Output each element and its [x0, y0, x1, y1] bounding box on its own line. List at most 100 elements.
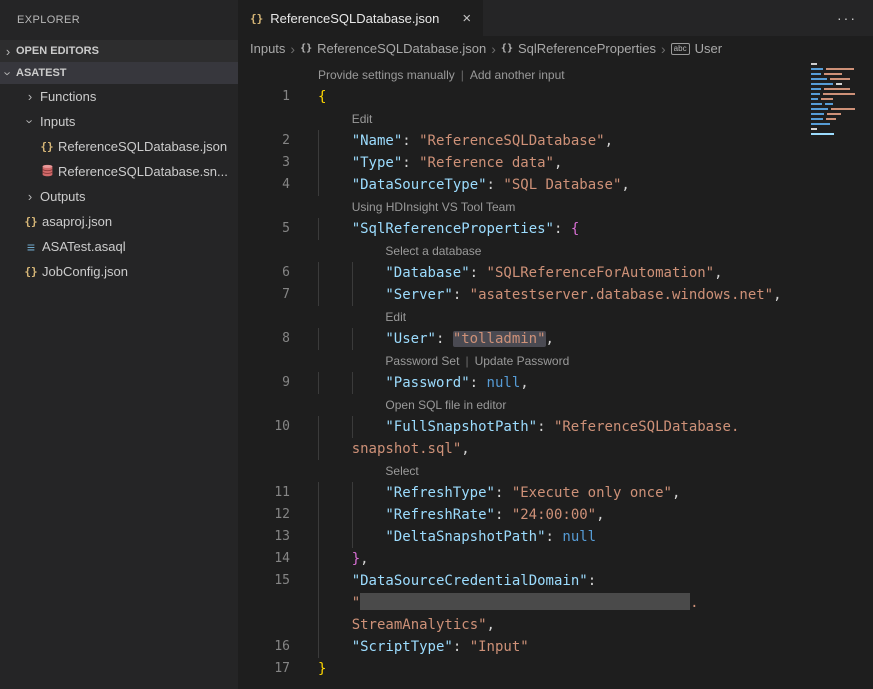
json-symbol-icon: {} [501, 43, 513, 54]
indent-guide [318, 526, 352, 548]
more-actions-button[interactable]: ··· [837, 0, 857, 36]
code-token: : [470, 375, 487, 391]
code-token: : [436, 331, 453, 347]
code-token: } [352, 551, 360, 567]
tree-item-functions[interactable]: ›Functions [0, 84, 238, 109]
code-token: "Type" [352, 155, 403, 171]
indent-guide [318, 262, 352, 284]
code-line: 14}, [238, 548, 873, 570]
code-token: : [487, 177, 504, 193]
code-line: 10"FullSnapshotPath": "ReferenceSQLDatab… [238, 416, 873, 438]
codelens-link-provide-settings-manually[interactable]: Provide settings manually [318, 68, 455, 82]
tree-item-asaproj-json[interactable]: {}asaproj.json [0, 209, 238, 234]
tree-item-referencesqldatabase-json[interactable]: {}ReferenceSQLDatabase.json [0, 134, 238, 159]
codelens-link-edit[interactable]: Edit [385, 310, 406, 324]
code-line: ". [238, 592, 873, 614]
code-token: StreamAnalytics" [352, 617, 487, 633]
minimap-line [811, 128, 869, 130]
open-editors-section[interactable]: › OPEN EDITORS [0, 40, 238, 62]
json-icon: {} [38, 140, 56, 153]
codelens-link-select[interactable]: Select [385, 464, 418, 478]
code-line: 1{ [238, 86, 873, 108]
codelens-link-edit[interactable]: Edit [352, 112, 373, 126]
code-line: 4"DataSourceType": "SQL Database", [238, 174, 873, 196]
minimap-line [811, 73, 869, 75]
code-token: "ReferenceSQLDatabase" [419, 133, 604, 149]
explorer-sidebar: EXPLORER › OPEN EDITORS › ASATEST ›Funct… [0, 0, 238, 689]
code-token: : [453, 639, 470, 655]
chevron-down-icon: › [1, 65, 16, 81]
code-token: : [546, 529, 563, 545]
breadcrumb-item-sqlreferenceproperties[interactable]: {}SqlReferenceProperties [501, 41, 656, 56]
codelens-link-using-hdinsight-vs-tool-team[interactable]: Using HDInsight VS Tool Team [352, 200, 516, 214]
minimap-line [811, 88, 869, 90]
indent-guide [352, 284, 386, 306]
indent-guide [318, 504, 352, 526]
indent-guide [352, 504, 386, 526]
workspace-section-asatest[interactable]: › ASATEST [0, 62, 238, 84]
code-token: , [520, 375, 528, 391]
code-token: "ScriptType" [352, 639, 453, 655]
tree-item-referencesqldatabase-sn[interactable]: ReferenceSQLDatabase.sn... [0, 159, 238, 184]
code-token: , [621, 177, 629, 193]
codelens-link-update-password[interactable]: Update Password [475, 354, 570, 368]
indent-guide [352, 482, 386, 504]
code-line: 3"Type": "Reference data", [238, 152, 873, 174]
code-token: , [546, 331, 554, 347]
tab-bar: {} ReferenceSQLDatabase.json × ··· [238, 0, 873, 36]
code-line: 17} [238, 658, 873, 680]
code-token: , [596, 507, 604, 523]
code-token: "Execute only once" [512, 485, 672, 501]
breadcrumb-item-user[interactable]: abcUser [671, 41, 722, 56]
tree-item-label: JobConfig.json [42, 264, 128, 279]
line-number: 5 [238, 218, 290, 240]
codelens-link-open-sql-file-in-editor[interactable]: Open SQL file in editor [385, 398, 506, 412]
code-token: "Reference data" [419, 155, 554, 171]
minimap[interactable] [811, 63, 869, 138]
tree-item-label: Inputs [40, 114, 75, 129]
minimap-line [811, 83, 869, 85]
code-token: "RefreshType" [385, 485, 495, 501]
code-token: "Name" [352, 133, 403, 149]
close-tab-icon[interactable]: × [462, 10, 471, 27]
code-token: : [554, 221, 571, 237]
asaql-file-icon: ≡ [22, 239, 40, 255]
code-line: 8"User": "tolladmin", [238, 328, 873, 350]
codelens-link-password-set[interactable]: Password Set [385, 354, 459, 368]
line-number [238, 108, 290, 130]
chevron-right-icon: › [22, 189, 38, 204]
indent-guide [318, 372, 352, 394]
redacted-value [360, 593, 690, 610]
line-number [238, 438, 290, 460]
code-token: , [360, 551, 368, 567]
tree-item-jobconfig-json[interactable]: {}JobConfig.json [0, 259, 238, 284]
code-editor[interactable]: Provide settings manually|Add another in… [238, 61, 873, 689]
breadcrumb-item-inputs[interactable]: Inputs [250, 41, 285, 56]
code-line: 7"Server": "asatestserver.database.windo… [238, 284, 873, 306]
minimap-line [811, 123, 869, 125]
tree-item-asatest-asaql[interactable]: ≡ASATest.asaql [0, 234, 238, 259]
line-number [238, 64, 290, 86]
tab-referencesqldatabase-json[interactable]: {} ReferenceSQLDatabase.json × [238, 0, 483, 36]
minimap-line [811, 98, 869, 100]
codelens-link-add-another-input[interactable]: Add another input [470, 68, 565, 82]
code-token: , [461, 441, 469, 457]
breadcrumb-item-referencesqldatabase-json[interactable]: {}ReferenceSQLDatabase.json [300, 41, 486, 56]
code-token: "Password" [385, 375, 469, 391]
vscode-window: EXPLORER › OPEN EDITORS › ASATEST ›Funct… [0, 0, 873, 689]
codelens-row: Edit [238, 306, 873, 328]
tree-item-label: Functions [40, 89, 96, 104]
editor-group: {} ReferenceSQLDatabase.json × ··· Input… [238, 0, 873, 689]
tree-item-outputs[interactable]: ›Outputs [0, 184, 238, 209]
codelens-row: Using HDInsight VS Tool Team [238, 196, 873, 218]
code-token: { [571, 221, 579, 237]
code-line: StreamAnalytics", [238, 614, 873, 636]
minimap-line [811, 63, 869, 65]
code-token: "ReferenceSQLDatabase. [554, 419, 739, 435]
tree-item-inputs[interactable]: ›Inputs [0, 109, 238, 134]
code-token: "DataSourceCredentialDomain" [352, 573, 588, 589]
code-token: "User" [385, 331, 436, 347]
code-token: : [495, 485, 512, 501]
codelens-link-select-a-database[interactable]: Select a database [385, 244, 481, 258]
code-token: snapshot.sql" [352, 441, 462, 457]
